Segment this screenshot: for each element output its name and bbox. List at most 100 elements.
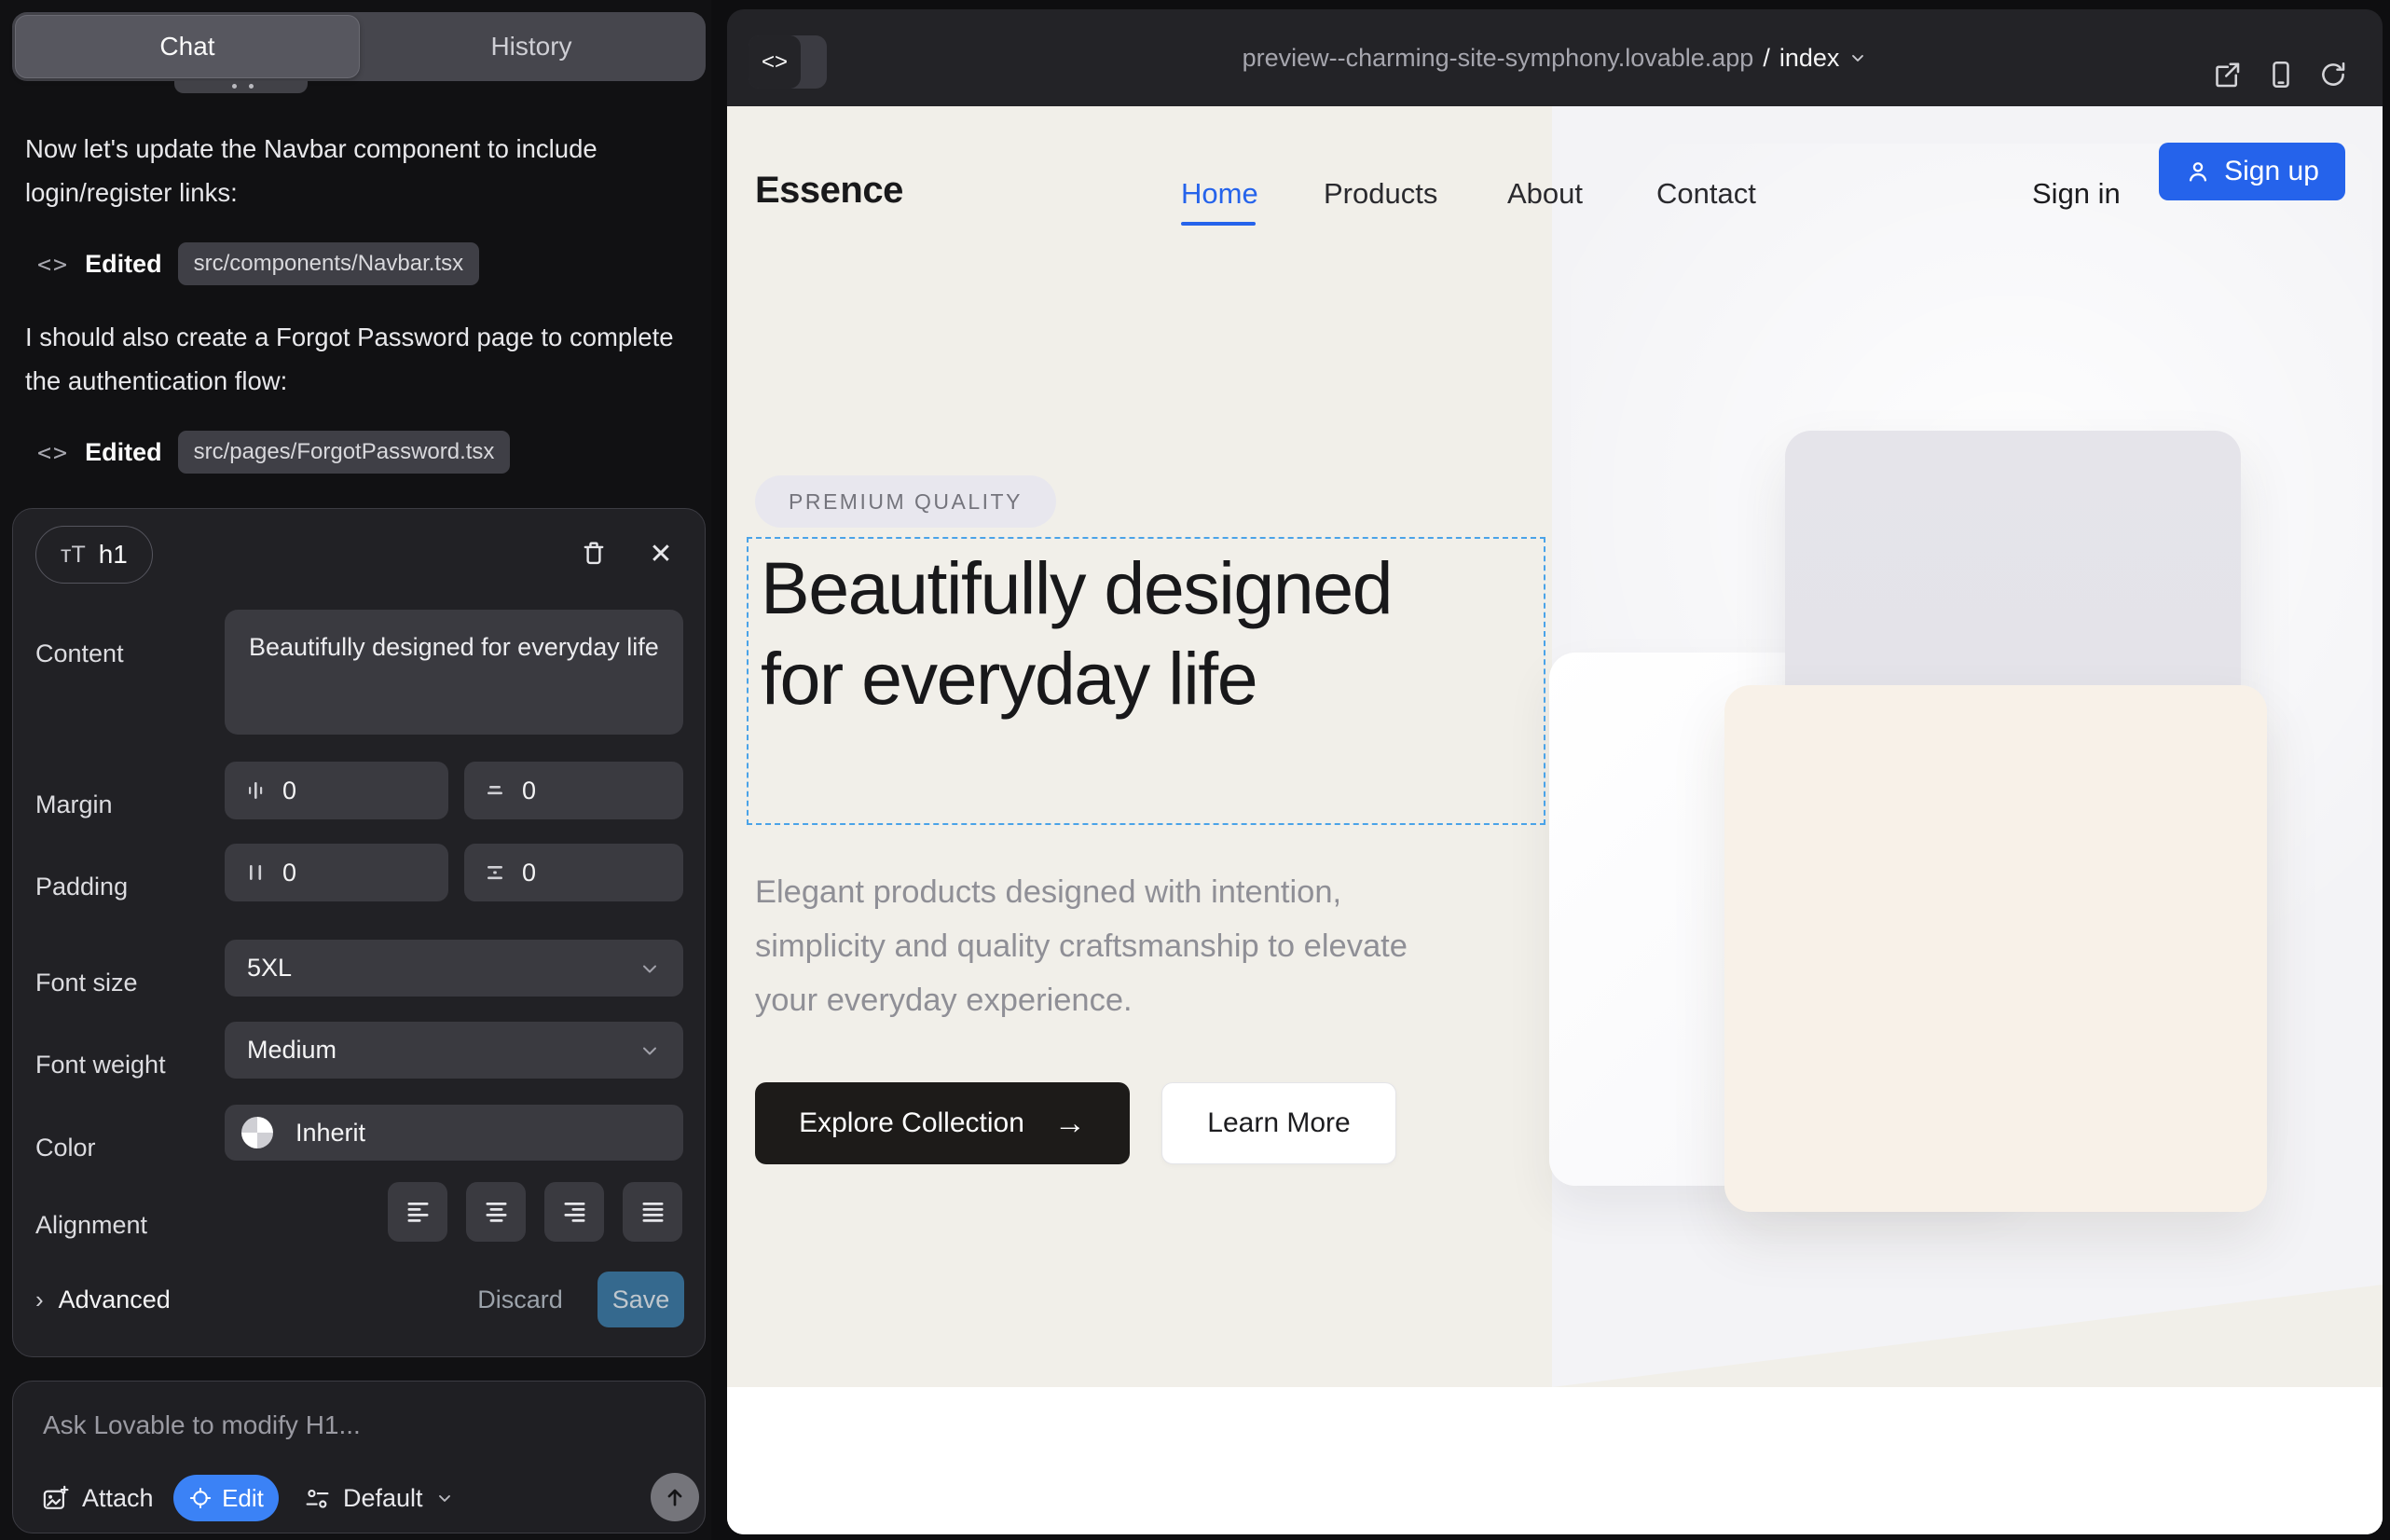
padding-x-input[interactable]: 0 (225, 844, 448, 901)
site-logo[interactable]: Essence (755, 170, 903, 212)
edited-label: Edited (85, 250, 162, 279)
color-select[interactable]: Inherit (225, 1105, 683, 1161)
target-icon (188, 1486, 213, 1510)
typography-icon: тT (61, 542, 86, 569)
user-icon (2185, 158, 2211, 185)
mobile-preview-button[interactable] (2262, 56, 2300, 93)
edited-file-row: <> Edited src/pages/ForgotPassword.tsx (37, 429, 510, 475)
url-bar[interactable]: preview--charming-site-symphony.lovable.… (727, 9, 2383, 106)
trash-icon (578, 538, 610, 570)
element-editor-panel: тT h1 ✕ Content Beautifully designed for… (12, 508, 706, 1357)
attach-button[interactable]: Attach (41, 1475, 154, 1521)
chat-composer: Attach Edit Default (12, 1381, 706, 1533)
attach-label: Attach (82, 1484, 154, 1513)
advanced-label: Advanced (59, 1286, 171, 1314)
explore-collection-button[interactable]: Explore Collection → (755, 1082, 1130, 1164)
font-weight-field-label: Font weight (35, 1051, 166, 1079)
advanced-toggle[interactable]: › Advanced (35, 1277, 171, 1322)
sliders-icon (304, 1485, 331, 1512)
assistant-message: I should also create a Forgot Password p… (25, 315, 689, 403)
font-size-field-label: Font size (35, 969, 138, 997)
color-field-label: Color (35, 1134, 96, 1162)
url-path[interactable]: / index (1763, 44, 1867, 73)
arrow-up-icon (662, 1484, 688, 1510)
sign-up-button[interactable]: Sign up (2159, 143, 2345, 200)
refresh-icon (2317, 59, 2349, 90)
align-justify-icon (640, 1201, 666, 1223)
edited-label: Edited (85, 438, 162, 467)
align-left-button[interactable] (388, 1182, 447, 1242)
padding-x-value: 0 (282, 859, 296, 887)
align-right-button[interactable] (544, 1182, 604, 1242)
save-button[interactable]: Save (598, 1272, 684, 1327)
chevron-down-icon (435, 1489, 454, 1507)
sign-in-link[interactable]: Sign in (2032, 177, 2121, 211)
padding-y-input[interactable]: 0 (464, 844, 683, 901)
margin-y-input[interactable]: 0 (464, 762, 683, 819)
align-left-icon (405, 1201, 431, 1223)
hero-paragraph: Elegant products designed with intention… (755, 865, 1454, 1027)
explore-collection-label: Explore Collection (799, 1107, 1024, 1139)
align-justify-button[interactable] (623, 1182, 682, 1242)
url-separator: / (1763, 44, 1770, 73)
file-path-badge[interactable]: src/components/Navbar.tsx (178, 242, 479, 285)
chevron-right-icon: › (35, 1286, 44, 1314)
app-window: Chat History Now let's update the Navbar… (0, 0, 2390, 1540)
padding-horizontal-icon (243, 860, 268, 885)
content-field-label: Content (35, 639, 124, 668)
chevron-down-icon (639, 1039, 661, 1062)
tab-history[interactable]: History (360, 15, 703, 78)
discard-button[interactable]: Discard (474, 1272, 567, 1327)
color-swatch (241, 1117, 273, 1148)
close-panel-button[interactable]: ✕ (639, 532, 682, 575)
assistant-message: Now let's update the Navbar component to… (25, 127, 689, 214)
align-center-button[interactable] (466, 1182, 526, 1242)
rendered-site: Essence Home Products About Contact Sign… (727, 106, 2383, 1534)
chat-sidebar: Chat History Now let's update the Navbar… (0, 0, 711, 1540)
nav-link-about[interactable]: About (1507, 177, 1583, 211)
nav-link-contact[interactable]: Contact (1656, 177, 1756, 211)
font-size-select[interactable]: 5XL (225, 940, 683, 997)
code-icon: <> (37, 251, 69, 278)
code-icon: <> (37, 439, 69, 466)
alignment-field-label: Alignment (35, 1211, 147, 1240)
url-page: index (1779, 44, 1840, 73)
tab-chat[interactable]: Chat (15, 15, 360, 78)
content-textarea[interactable]: Beautifully designed for everyday life (225, 610, 683, 735)
external-link-icon (2210, 58, 2244, 91)
chevron-down-icon (1848, 48, 1867, 67)
clipped-dot (232, 84, 237, 89)
clipped-dot (249, 84, 254, 89)
send-button[interactable] (651, 1473, 699, 1521)
margin-x-input[interactable]: 0 (225, 762, 448, 819)
element-tag: h1 (99, 540, 128, 570)
font-weight-value: Medium (247, 1036, 337, 1065)
mobile-device-icon (2264, 58, 2298, 91)
nav-link-home[interactable]: Home (1181, 177, 1258, 211)
hero-heading[interactable]: Beautifully designed for everyday life (761, 543, 1394, 723)
composer-input[interactable] (41, 1404, 675, 1447)
close-icon: ✕ (649, 538, 672, 571)
learn-more-button[interactable]: Learn More (1161, 1082, 1396, 1164)
nav-link-products[interactable]: Products (1324, 177, 1437, 211)
font-weight-select[interactable]: Medium (225, 1022, 683, 1079)
sign-up-label: Sign up (2224, 156, 2319, 187)
refresh-button[interactable] (2314, 56, 2352, 93)
selected-element-chip[interactable]: тT h1 (35, 526, 153, 584)
margin-x-value: 0 (282, 777, 296, 805)
edited-file-row: <> Edited src/components/Navbar.tsx (37, 241, 479, 287)
edit-mode-pill[interactable]: Edit (173, 1475, 279, 1521)
padding-field-label: Padding (35, 873, 128, 901)
open-in-new-tab-button[interactable] (2208, 56, 2246, 93)
preview-browser-frame: <> preview--charming-site-symphony.lovab… (727, 9, 2383, 1534)
margin-vertical-icon (483, 778, 507, 803)
mode-selector[interactable]: Default (304, 1475, 454, 1521)
file-path-badge[interactable]: src/pages/ForgotPassword.tsx (178, 431, 511, 474)
delete-element-button[interactable] (572, 532, 615, 575)
premium-quality-badge: PREMIUM QUALITY (755, 475, 1056, 528)
chevron-down-icon (639, 957, 661, 980)
color-value: Inherit (295, 1119, 365, 1148)
padding-vertical-icon (483, 860, 507, 885)
mode-label: Default (343, 1484, 423, 1513)
edit-label: Edit (222, 1484, 264, 1513)
